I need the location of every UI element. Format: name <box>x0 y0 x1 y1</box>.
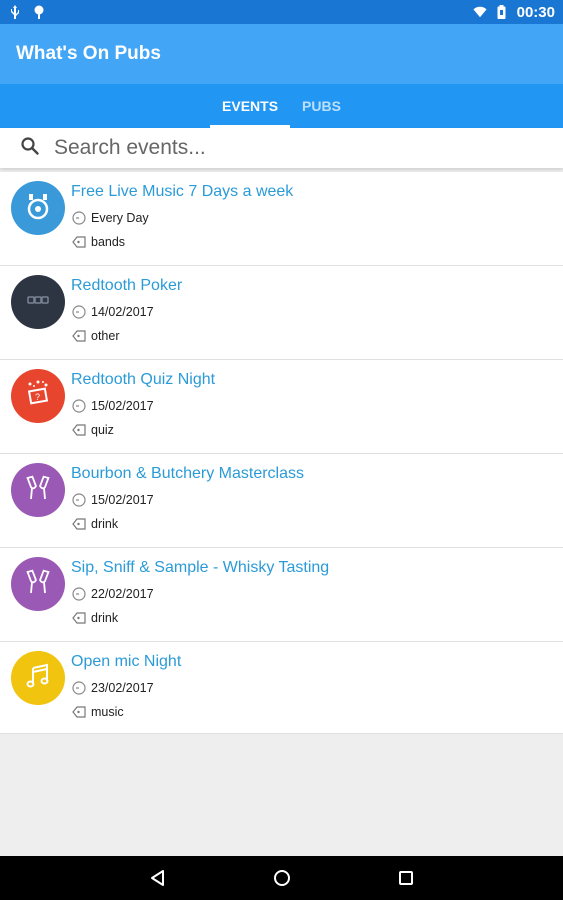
event-list: Free Live Music 7 Days a week Every Day … <box>0 172 563 734</box>
location-pin-icon <box>32 5 46 19</box>
recents-icon[interactable] <box>391 863 421 893</box>
event-title[interactable]: Bourbon & Butchery Masterclass <box>71 465 304 483</box>
event-category: music <box>71 704 124 720</box>
status-bar: 00:30 <box>0 0 563 24</box>
wifi-icon <box>473 5 487 19</box>
clock-icon <box>71 304 87 320</box>
event-title[interactable]: Redtooth Poker <box>71 277 182 295</box>
clock-icon <box>71 210 87 226</box>
tag-icon <box>71 422 87 438</box>
event-title[interactable]: Free Live Music 7 Days a week <box>71 183 293 201</box>
event-category-text: quiz <box>91 423 114 437</box>
clock-icon <box>71 586 87 602</box>
event-date-text: 15/02/2017 <box>91 493 154 507</box>
app-title: What's On Pubs <box>16 43 161 64</box>
event-category: bands <box>71 234 125 250</box>
event-category-text: drink <box>91 517 119 531</box>
search-input[interactable] <box>54 136 534 160</box>
tab-bar: EVENTS PUBS <box>0 84 563 128</box>
event-avatar <box>11 181 65 235</box>
clock-icon <box>71 398 87 414</box>
event-row[interactable]: Free Live Music 7 Days a week Every Day … <box>0 172 563 266</box>
tab-pubs[interactable]: PUBS <box>290 84 353 128</box>
quiz-icon: ? <box>21 377 55 416</box>
event-row[interactable]: Open mic Night 23/02/2017 music <box>0 642 563 734</box>
event-avatar: ? <box>11 369 65 423</box>
tag-icon <box>71 234 87 250</box>
event-avatar <box>11 275 65 329</box>
event-avatar <box>11 651 65 705</box>
event-date-text: 15/02/2017 <box>91 399 154 413</box>
clock-icon <box>71 680 87 696</box>
event-title[interactable]: Sip, Sniff & Sample - Whisky Tasting <box>71 559 329 577</box>
drink-icon <box>21 565 55 604</box>
event-category-text: bands <box>91 235 126 249</box>
event-title[interactable]: Open mic Night <box>71 653 181 671</box>
tag-icon <box>71 516 87 532</box>
drink-icon <box>21 471 55 510</box>
clock-icon <box>71 492 87 508</box>
svg-text:?: ? <box>35 392 40 402</box>
bands-icon <box>21 189 55 228</box>
search-icon[interactable] <box>20 136 40 161</box>
status-left <box>8 5 46 19</box>
event-date-text: Every Day <box>91 211 149 225</box>
event-row[interactable]: Sip, Sniff & Sample - Whisky Tasting 22/… <box>0 548 563 642</box>
event-date-text: 14/02/2017 <box>91 305 154 319</box>
tag-icon <box>71 328 87 344</box>
event-category-text: music <box>91 705 124 719</box>
event-title[interactable]: Redtooth Quiz Night <box>71 371 215 389</box>
system-nav-bar <box>0 856 563 900</box>
tag-icon <box>71 704 87 720</box>
status-time: 00:30 <box>516 3 555 21</box>
event-date-text: 23/02/2017 <box>91 681 154 695</box>
event-date: 15/02/2017 <box>71 492 154 508</box>
tab-events[interactable]: EVENTS <box>210 84 291 128</box>
search-bar <box>0 128 563 168</box>
event-category: quiz <box>71 422 114 438</box>
event-category-text: drink <box>91 611 119 625</box>
event-avatar <box>11 463 65 517</box>
music-icon <box>21 659 55 698</box>
battery-icon <box>495 5 509 19</box>
event-row[interactable]: Bourbon & Butchery Masterclass 15/02/201… <box>0 454 563 548</box>
tag-icon <box>71 610 87 626</box>
event-row[interactable]: ? Redtooth Quiz Night 15/02/2017 quiz <box>0 360 563 454</box>
event-date: 23/02/2017 <box>71 680 154 696</box>
usb-icon <box>8 5 22 19</box>
event-row[interactable]: Redtooth Poker 14/02/2017 other <box>0 266 563 360</box>
app-bar: What's On Pubs <box>0 24 563 84</box>
event-category: drink <box>71 516 118 532</box>
event-category: drink <box>71 610 118 626</box>
status-right: 00:30 <box>473 4 555 21</box>
event-date: 14/02/2017 <box>71 304 154 320</box>
event-date: Every Day <box>71 210 149 226</box>
back-icon[interactable] <box>143 863 173 893</box>
home-icon[interactable] <box>267 863 297 893</box>
event-category-text: other <box>91 329 120 343</box>
event-date: 15/02/2017 <box>71 398 154 414</box>
event-category: other <box>71 328 120 344</box>
other-icon <box>21 283 55 322</box>
event-avatar <box>11 557 65 611</box>
event-date: 22/02/2017 <box>71 586 154 602</box>
event-date-text: 22/02/2017 <box>91 587 154 601</box>
